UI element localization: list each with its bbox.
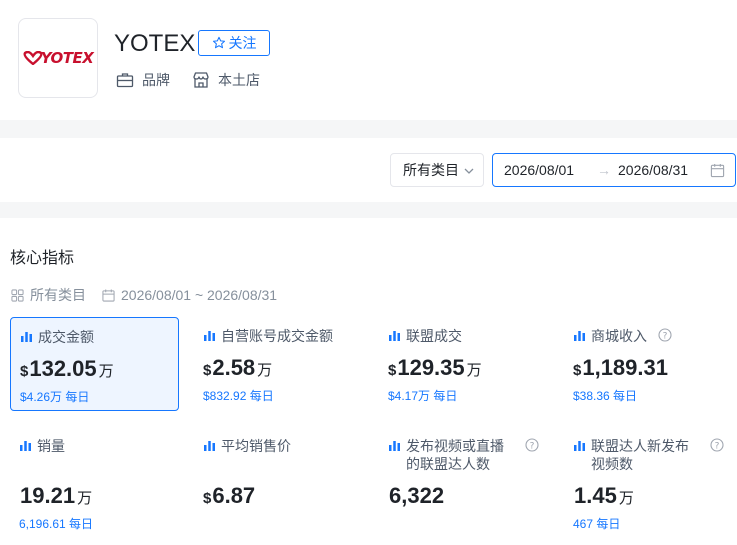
date-end-input[interactable]: 2026/08/31 bbox=[618, 162, 688, 178]
section-divider bbox=[0, 202, 737, 218]
metric-value: $1,189.31 bbox=[573, 355, 668, 380]
bar-chart-icon bbox=[389, 331, 400, 341]
metric-label: 联盟成交 bbox=[406, 328, 462, 344]
metric-daily: $4.17万 每日 bbox=[388, 389, 458, 403]
tag-brand: 品牌 bbox=[116, 70, 170, 90]
help-icon[interactable]: ? bbox=[658, 328, 672, 342]
metric-value: 19.21 万 bbox=[20, 483, 93, 508]
bar-chart-icon bbox=[204, 441, 215, 451]
metric-label: 发布视频或直播的联盟达人数 bbox=[406, 438, 504, 472]
svg-text:?: ? bbox=[530, 441, 535, 451]
logo-heart-icon bbox=[23, 51, 43, 65]
store-icon bbox=[193, 72, 209, 88]
metric-value: 1.45 万 bbox=[574, 483, 634, 508]
metric-label: 联盟达人新发布视频数 bbox=[591, 438, 689, 472]
star-icon bbox=[212, 36, 225, 49]
metric-daily: 6,196.61 每日 bbox=[19, 517, 94, 531]
core-metrics-meta: 所有类目 2026/08/01 ~ 2026/08/31 bbox=[11, 285, 277, 305]
bar-chart-icon bbox=[574, 441, 585, 451]
metric-card-avg-price[interactable]: 平均销售价 $6.87 bbox=[194, 427, 363, 521]
section-divider bbox=[0, 120, 737, 138]
bar-chart-icon bbox=[389, 441, 400, 451]
brand-logo-mark: YOTEX bbox=[23, 49, 94, 67]
metric-value: $129.35 万 bbox=[388, 355, 482, 380]
metric-daily: $4.26万 每日 bbox=[20, 390, 90, 404]
svg-text:?: ? bbox=[663, 331, 668, 341]
meta-category-label: 所有类目 bbox=[30, 287, 86, 303]
follow-button[interactable]: 关注 bbox=[198, 30, 270, 56]
brand-logo-text: YOTEX bbox=[40, 49, 94, 67]
metric-daily: 467 每日 bbox=[573, 517, 621, 531]
bar-chart-icon bbox=[20, 441, 31, 451]
meta-date-range-label: 2026/08/01 ~ 2026/08/31 bbox=[121, 287, 278, 303]
section-title: 核心指标 bbox=[10, 250, 75, 267]
date-start-input[interactable]: 2026/08/01 bbox=[504, 162, 574, 178]
brand-tags: 品牌 本土店 bbox=[116, 70, 260, 90]
svg-text:?: ? bbox=[715, 441, 720, 451]
metric-value: $6.87 bbox=[203, 483, 256, 508]
metric-label: 平均销售价 bbox=[221, 438, 291, 454]
metric-card-mall-revenue[interactable]: 商城收入 ? $1,189.31 $38.36 每日 bbox=[564, 317, 733, 411]
chevron-down-icon bbox=[464, 168, 474, 174]
metric-value: $132.05 万 bbox=[20, 356, 114, 381]
tag-local-store: 本土店 bbox=[192, 70, 260, 90]
bar-chart-icon bbox=[204, 331, 215, 341]
metric-card-affiliate-creators[interactable]: 发布视频或直播的联盟达人数 ? 6,322 bbox=[379, 427, 548, 521]
grid-icon bbox=[11, 288, 24, 302]
briefcase-icon bbox=[116, 73, 134, 88]
metric-daily: $832.92 每日 bbox=[203, 389, 274, 403]
metric-label: 销量 bbox=[37, 438, 65, 454]
help-icon[interactable]: ? bbox=[525, 438, 539, 452]
bar-chart-icon bbox=[574, 331, 585, 341]
calendar-icon bbox=[710, 163, 725, 178]
brand-logo: YOTEX bbox=[18, 18, 98, 98]
metric-card-gmv[interactable]: 成交金额 $132.05 万 $4.26万 每日 bbox=[10, 317, 179, 411]
metric-value: $2.58 万 bbox=[203, 355, 273, 380]
metric-label: 成交金额 bbox=[38, 329, 94, 345]
date-range-arrow: → bbox=[597, 162, 611, 178]
metric-card-affiliate-sales[interactable]: 联盟成交 $129.35 万 $4.17万 每日 bbox=[379, 317, 548, 411]
date-range-picker[interactable]: 2026/08/01 → 2026/08/31 bbox=[492, 153, 736, 187]
metric-label: 自营账号成交金额 bbox=[221, 328, 333, 344]
metric-label: 商城收入 bbox=[591, 328, 647, 344]
filter-bar: 所有类目 2026/08/01 → 2026/08/31 bbox=[0, 138, 737, 202]
category-select-value: 所有类目 bbox=[403, 162, 459, 178]
meta-date-range: 2026/08/01 ~ 2026/08/31 bbox=[102, 287, 277, 303]
metric-card-self-account-gmv[interactable]: 自营账号成交金额 $2.58 万 $832.92 每日 bbox=[194, 317, 363, 411]
brand-header: YOTEX YOTEX 关注 品牌 本土店 bbox=[0, 0, 737, 120]
category-select[interactable]: 所有类目 bbox=[390, 153, 484, 187]
metric-daily: $38.36 每日 bbox=[573, 389, 638, 403]
bar-chart-icon bbox=[21, 332, 32, 342]
calendar-icon bbox=[102, 288, 115, 302]
core-metrics-section: 核心指标 所有类目 2026/08/01 ~ 2026/08/31 成交金额 $… bbox=[0, 218, 737, 545]
brand-name: YOTEX bbox=[114, 30, 196, 57]
tag-brand-label: 品牌 bbox=[142, 72, 170, 88]
follow-label: 关注 bbox=[228, 35, 257, 51]
meta-category: 所有类目 bbox=[11, 285, 86, 305]
tag-local-store-label: 本土店 bbox=[218, 72, 260, 88]
metric-card-new-videos[interactable]: 联盟达人新发布视频数 ? 1.45 万 467 每日 bbox=[564, 427, 733, 531]
help-icon[interactable]: ? bbox=[710, 438, 724, 452]
metric-card-sales-volume[interactable]: 销量 19.21 万 6,196.61 每日 bbox=[10, 427, 179, 531]
metric-value: 6,322 bbox=[389, 483, 445, 508]
